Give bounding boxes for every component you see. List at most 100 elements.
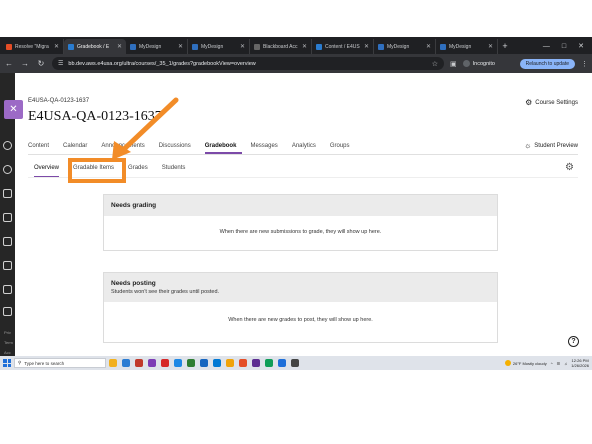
tab-close-icon[interactable]: ✕ — [364, 43, 369, 50]
relaunch-button[interactable]: Relaunch to update — [519, 58, 575, 69]
nav-tab-analytics[interactable]: Analytics — [292, 139, 322, 154]
menu-dots-icon[interactable]: ⋮ — [581, 60, 588, 68]
taskbar-app-icon[interactable] — [291, 359, 299, 367]
rail-privacy-link[interactable]: Priv — [4, 330, 11, 335]
nav-tab-gradebook[interactable]: Gradebook — [204, 139, 243, 154]
course-title: E4USA-QA-0123-1637 — [28, 109, 162, 124]
browser-tab[interactable]: MyDesign ✕ — [126, 39, 188, 54]
browser-tab[interactable]: Content / E4US ✕ — [312, 39, 374, 54]
taskbar-app-icon[interactable] — [239, 359, 247, 367]
nav-tab-announcements[interactable]: Announcements — [101, 139, 150, 154]
window-controls: — □ ✕ — [543, 39, 592, 54]
taskbar-app-icon[interactable] — [278, 359, 286, 367]
maximize-icon[interactable]: □ — [562, 39, 566, 54]
taskbar-search-placeholder: Type here to search — [24, 360, 65, 366]
taskbar-apps — [109, 359, 299, 367]
subtab-students[interactable]: Students — [162, 163, 186, 178]
needs-posting-card: Needs posting Students won't see their g… — [103, 272, 498, 343]
subtab-overview[interactable]: Overview — [34, 163, 60, 178]
nav-tab-discussions[interactable]: Discussions — [159, 139, 197, 154]
tab-favicon-icon — [378, 43, 384, 50]
tools-icon[interactable] — [3, 285, 12, 294]
weather-text: 26°F Mostly cloudy — [512, 360, 547, 366]
minimize-icon[interactable]: — — [543, 39, 550, 54]
taskbar-app-icon[interactable] — [109, 359, 117, 367]
tab-favicon-icon — [192, 43, 198, 50]
tab-close-icon[interactable]: ✕ — [240, 43, 245, 50]
browser-tab[interactable]: MyDesign ✕ — [436, 39, 498, 54]
nav-tab-calendar[interactable]: Calendar — [63, 139, 93, 154]
calendar-icon[interactable] — [3, 213, 12, 222]
weather-sun-icon — [504, 360, 511, 366]
nav-tab-content[interactable]: Content — [28, 139, 55, 154]
browser-tab[interactable]: Blackboard Acc ✕ — [250, 39, 312, 54]
tab-close-icon[interactable]: ✕ — [117, 43, 122, 50]
new-tab-button[interactable]: + — [498, 39, 512, 54]
course-content: E4USA-QA-0123-1637 E4USA-QA-0123-1637 ⚙ … — [15, 73, 592, 356]
weather-widget[interactable]: 26°F Mostly cloudy — [504, 360, 547, 366]
taskbar-app-icon[interactable] — [265, 359, 273, 367]
help-icon[interactable]: ? — [568, 336, 579, 347]
network-icon[interactable]: ☰ — [557, 361, 561, 366]
messages-icon[interactable] — [3, 237, 12, 246]
address-bar[interactable]: ☰ bb.dev.aws.e4usa.org/ultra/courses/_35… — [52, 57, 444, 70]
tab-close-icon[interactable]: ✕ — [488, 43, 493, 50]
taskbar-search[interactable]: ⚲ Type here to search — [14, 358, 106, 368]
browser-tab[interactable]: Resolve "Migra ✕ — [2, 39, 64, 54]
courses-icon[interactable] — [3, 189, 12, 198]
browser-tab[interactable]: MyDesign ✕ — [374, 39, 436, 54]
nav-tab-messages[interactable]: Messages — [250, 139, 283, 154]
taskbar-app-icon[interactable] — [122, 359, 130, 367]
tab-title: Blackboard Acc — [263, 43, 298, 50]
windows-start-icon[interactable] — [3, 359, 11, 367]
tab-close-icon[interactable]: ✕ — [302, 43, 307, 50]
tray-chevron-icon[interactable]: ^ — [551, 361, 553, 366]
taskbar-app-icon[interactable] — [252, 359, 260, 367]
forward-icon[interactable]: → — [20, 59, 30, 68]
bookmark-star-icon[interactable]: ☆ — [432, 60, 438, 68]
user-icon[interactable] — [3, 141, 12, 150]
rail-accessibility-link[interactable]: Acc — [4, 350, 11, 355]
tab-title: MyDesign — [387, 43, 410, 50]
back-icon[interactable]: ← — [4, 59, 14, 68]
needs-posting-empty-text: When there are new grades to post, they … — [228, 317, 373, 323]
browser-tab[interactable]: Gradebook / E ✕ — [64, 39, 126, 54]
blackboard-page: Priv Term Acc ✕ E4USA-QA-0123-1637 E4USA… — [0, 73, 592, 356]
taskbar-app-icon[interactable] — [213, 359, 221, 367]
taskbar-app-icon[interactable] — [161, 359, 169, 367]
rail-terms-link[interactable]: Term — [4, 340, 13, 345]
browser-tab[interactable]: MyDesign ✕ — [188, 39, 250, 54]
grades-icon[interactable] — [3, 261, 12, 270]
taskbar-app-icon[interactable] — [135, 359, 143, 367]
close-window-icon[interactable]: ✕ — [578, 39, 584, 54]
globe-icon[interactable] — [3, 165, 12, 174]
student-preview-label: Student Preview — [534, 143, 578, 149]
tab-close-icon[interactable]: ✕ — [178, 43, 183, 50]
taskbar-app-icon[interactable] — [148, 359, 156, 367]
needs-posting-heading: Needs posting — [111, 280, 156, 287]
taskbar-app-icon[interactable] — [200, 359, 208, 367]
close-course-button[interactable]: ✕ — [4, 100, 23, 119]
browser-toolbar: ← → ↻ ☰ bb.dev.aws.e4usa.org/ultra/cours… — [0, 54, 592, 73]
reload-icon[interactable]: ↻ — [36, 59, 46, 68]
extensions-icon[interactable]: ▣ — [450, 60, 457, 68]
signout-icon[interactable] — [3, 307, 12, 316]
site-info-icon[interactable]: ☰ — [58, 60, 63, 67]
tab-close-icon[interactable]: ✕ — [54, 43, 59, 50]
course-settings-button[interactable]: ⚙ Course Settings — [525, 98, 578, 107]
taskbar-app-icon[interactable] — [226, 359, 234, 367]
student-preview-button[interactable]: ☼ Student Preview — [524, 139, 578, 153]
tab-close-icon[interactable]: ✕ — [426, 43, 431, 50]
volume-icon[interactable]: ♫ — [564, 361, 567, 366]
annotation-highlight-box — [68, 158, 126, 183]
gradebook-settings-icon[interactable]: ⚙ — [565, 162, 574, 173]
tab-title: MyDesign — [139, 43, 162, 50]
taskbar-app-icon[interactable] — [174, 359, 182, 367]
subtab-grades[interactable]: Grades — [128, 163, 148, 178]
taskbar-clock[interactable]: 12:26 PM 1/26/2026 — [571, 358, 589, 368]
nav-tab-groups[interactable]: Groups — [330, 139, 356, 154]
incognito-indicator[interactable]: Incognito — [462, 60, 495, 67]
tab-favicon-icon — [254, 43, 260, 50]
taskbar-app-icon[interactable] — [187, 359, 195, 367]
needs-grading-heading: Needs grading — [111, 202, 157, 209]
